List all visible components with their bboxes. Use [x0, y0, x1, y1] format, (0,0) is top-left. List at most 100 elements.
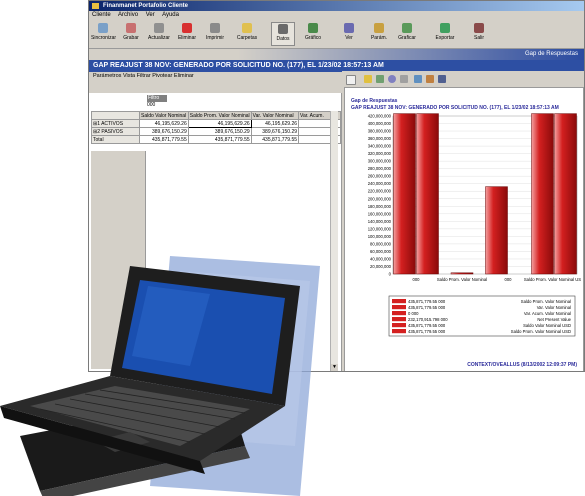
- fit-icon[interactable]: [400, 75, 408, 83]
- axis-icon[interactable]: [414, 75, 422, 83]
- toolbar-button-salir[interactable]: Salir: [467, 22, 491, 46]
- y-tick-label: 300,000,000: [368, 159, 392, 164]
- toolbar-button-eliminar[interactable]: Eliminar: [175, 22, 199, 46]
- toolbar-button-label: Carpetas: [236, 35, 258, 41]
- cell[interactable]: 435,871,779.55: [250, 135, 300, 144]
- toolbar-button-ver[interactable]: Ver: [337, 22, 361, 46]
- menu-archivo[interactable]: Archivo: [118, 12, 138, 18]
- y-tick-label: 280,000,000: [368, 166, 392, 171]
- y-tick-label: 100,000,000: [368, 234, 392, 239]
- chart-toolbar: [342, 71, 584, 85]
- toolbar-button-datos[interactable]: Datos: [271, 22, 295, 46]
- legend-value: 435,871,779.55 000: [408, 323, 446, 328]
- cell[interactable]: 435,871,779.55: [187, 135, 252, 144]
- column-header[interactable]: Saldo Valor Nominal: [138, 111, 189, 120]
- legend-swatch: [392, 329, 406, 334]
- toolbar-button-actualizar[interactable]: Actualizar: [147, 22, 171, 46]
- legend-label: Var. Valor Nominal: [537, 305, 571, 310]
- toolbar-button-carpetas[interactable]: Carpetas: [235, 22, 259, 46]
- print-icon: [210, 23, 220, 33]
- menu-ayuda[interactable]: Ayuda: [162, 12, 179, 18]
- copy-icon[interactable]: [426, 75, 434, 83]
- legend-value: 435,871,779.55 000: [408, 329, 446, 334]
- y-tick-label: 20,000,000: [370, 264, 392, 269]
- y-tick-label: 400,000,000: [368, 121, 392, 126]
- column-header[interactable]: Var. Valor Nominal: [250, 111, 300, 120]
- refresh-icon: [154, 23, 164, 33]
- bar: [416, 113, 439, 275]
- y-tick-label: 140,000,000: [368, 219, 392, 224]
- cell[interactable]: 46,195,629.26: [250, 119, 300, 128]
- toolbar-button-label: Exportar: [435, 35, 455, 41]
- legend-label: Saldo Prom. Valor Nominal: [521, 299, 571, 304]
- view-icon: [344, 23, 354, 33]
- cell[interactable]: 435,871,779.55: [138, 135, 189, 144]
- cell[interactable]: 389,676,150.29: [187, 127, 252, 136]
- chart-icon: [308, 23, 318, 33]
- legend-swatch: [392, 305, 406, 310]
- row-label[interactable]: ⊞2 PASIVOS: [91, 127, 140, 136]
- row-label[interactable]: ⊞1 ACTIVOS: [91, 119, 140, 128]
- toolbar-button-label: Gráfico: [304, 35, 322, 41]
- cell[interactable]: 46,195,629.26: [187, 119, 252, 128]
- y-tick-label: 420,000,000: [368, 114, 392, 119]
- table-row[interactable]: ⊞2 PASIVOS 389,676,150.29 389,676,150.29…: [91, 127, 341, 136]
- exit-icon: [474, 23, 484, 33]
- toolbar-button-exportar[interactable]: Exportar: [433, 22, 457, 46]
- menu-bar: Cliente Archivo Ver Ayuda: [89, 11, 584, 20]
- move-icon[interactable]: [376, 75, 384, 83]
- legend-value: 435,871,779.55 000: [408, 305, 446, 310]
- x-tick-label: Saldo Prom. Valor Nominal: [437, 277, 487, 282]
- filter-selector[interactable]: Filtro 000: [147, 95, 167, 109]
- toolbar-button-label: Parám.: [370, 35, 388, 41]
- blank-icon[interactable]: [346, 75, 356, 85]
- y-tick-label: 180,000,000: [368, 204, 392, 209]
- open-icon[interactable]: [364, 75, 372, 83]
- cell[interactable]: 389,676,150.29: [250, 127, 300, 136]
- grid-corner: [91, 111, 140, 120]
- chart-footer: CONTEXT/OVEALLUS (8/13/2002 12:09:37 PM): [467, 362, 577, 368]
- menu-cliente[interactable]: Cliente: [92, 12, 111, 18]
- toolbar-button-grfico[interactable]: Gráfico: [301, 22, 325, 46]
- app-icon: [92, 3, 99, 9]
- legend-swatch: [392, 317, 406, 322]
- table-row[interactable]: ⊞1 ACTIVOS 46,195,629.26 46,195,629.26 4…: [91, 119, 341, 128]
- legend-value: 232,170,915.798 000: [408, 317, 448, 322]
- row-label[interactable]: Total: [91, 135, 140, 144]
- delete-icon: [182, 23, 192, 33]
- cell[interactable]: 46,195,629.26: [138, 119, 189, 128]
- toolbar-button-graficar[interactable]: Graficar: [395, 22, 419, 46]
- menu-ver[interactable]: Ver: [146, 12, 155, 18]
- y-tick-label: 360,000,000: [368, 136, 392, 141]
- y-tick-label: 40,000,000: [370, 256, 392, 261]
- filter-label: Filtro: [147, 95, 167, 102]
- data-icon: [278, 24, 288, 34]
- zoom-icon[interactable]: [388, 75, 396, 83]
- x-tick-label: 000: [413, 277, 421, 282]
- bar-chart: 420,000,000 400,000,000 380,000,000 360,000…: [368, 113, 581, 337]
- cell[interactable]: 389,676,150.29: [138, 127, 189, 136]
- window-title: Finanmanet Portafolio Cliente: [103, 3, 189, 9]
- y-tick-label: 160,000,000: [368, 211, 392, 216]
- toolbar-button-grabar[interactable]: Grabar: [119, 22, 143, 46]
- title-bar: Finanmanet Portafolio Cliente: [89, 1, 584, 11]
- y-tick-label: 320,000,000: [368, 151, 392, 156]
- print-chart-icon[interactable]: [438, 75, 446, 83]
- toolbar-button-imprimir[interactable]: Imprimir: [203, 22, 227, 46]
- banner: Gap de Respuestas: [89, 49, 584, 60]
- chart-area: Gap de Respuestas GAP REAJUST 38 NOV: GE…: [344, 87, 584, 371]
- bar: [393, 113, 416, 275]
- chart-pane: Gap de Respuestas GAP REAJUST 38 NOV: GE…: [342, 71, 584, 371]
- toolbar-button-label: Eliminar: [177, 35, 197, 41]
- toolbar-button-parm[interactable]: Parám.: [367, 22, 391, 46]
- table-row[interactable]: Total 435,871,779.55 435,871,779.55 435,…: [91, 135, 341, 144]
- sync-icon: [98, 23, 108, 33]
- y-tick-label: 120,000,000: [368, 226, 392, 231]
- bar: [554, 113, 577, 275]
- legend-value: 0 000: [408, 311, 419, 316]
- legend-swatch: [392, 323, 406, 328]
- legend-value: 435,871,779.55 000: [408, 299, 446, 304]
- column-header[interactable]: Saldo Prom. Valor Nominal: [187, 111, 252, 120]
- toolbar-button-sincronizar[interactable]: Sincronizar: [91, 22, 116, 46]
- bar: [531, 113, 554, 275]
